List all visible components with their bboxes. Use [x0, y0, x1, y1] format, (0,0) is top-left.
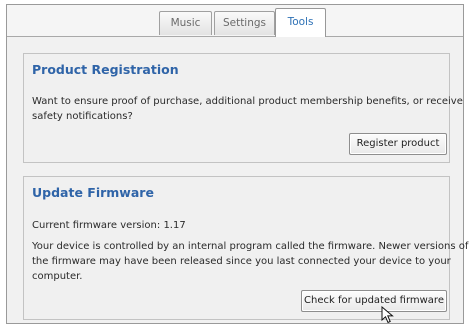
firmware-version-label: Current firmware version: — [32, 220, 161, 231]
registration-description-line-1: Want to ensure proof of purchase, additi… — [32, 96, 463, 107]
tab-tools[interactable]: Tools — [275, 8, 326, 37]
firmware-version-value: 1.17 — [163, 220, 186, 231]
register-product-button[interactable]: Register product — [349, 133, 447, 155]
check-firmware-button[interactable]: Check for updated firmware — [301, 290, 447, 312]
firmware-description-line-2: the firmware may have been released sinc… — [32, 256, 451, 267]
tab-music[interactable]: Music — [159, 11, 212, 35]
registration-description-line-2: safety notifications? — [32, 111, 133, 122]
update-firmware-title: Update Firmware — [32, 185, 154, 200]
update-firmware-panel: Update Firmware Current firmware version… — [23, 176, 468, 320]
arrow-cursor-icon — [381, 306, 394, 324]
product-registration-title: Product Registration — [32, 62, 179, 77]
firmware-description-line-1: Your device is controlled by an internal… — [32, 241, 469, 252]
tools-window: Music Settings Tools Product Registratio… — [6, 4, 468, 324]
firmware-description-line-3: computer. — [32, 271, 83, 282]
tab-bar: Music Settings Tools — [7, 5, 463, 37]
firmware-version-row: Current firmware version: 1.17 — [32, 218, 186, 233]
product-registration-panel: Product Registration Want to ensure proo… — [23, 53, 463, 163]
tab-settings[interactable]: Settings — [214, 11, 275, 35]
